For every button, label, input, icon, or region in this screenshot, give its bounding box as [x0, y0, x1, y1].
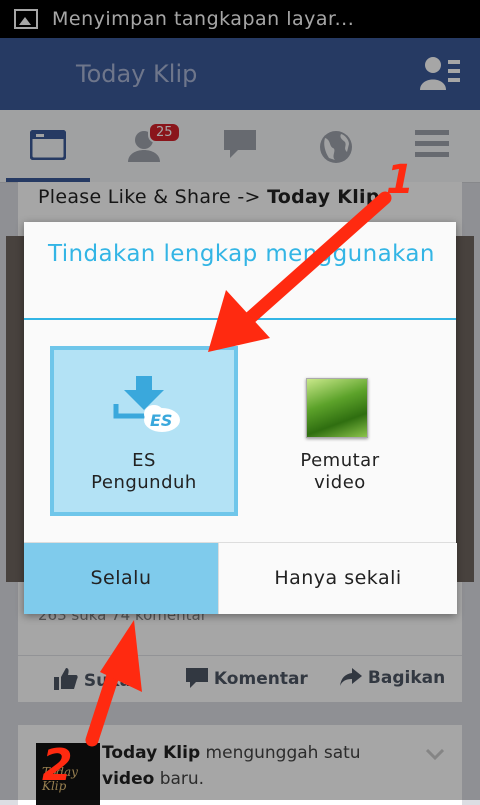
just-once-button[interactable]: Hanya sekali: [218, 543, 457, 614]
option-es-line2: Pengunduh: [91, 472, 197, 493]
option-video-line1: Pemutar: [300, 450, 380, 471]
svg-text:ES: ES: [150, 411, 172, 430]
option-video-label: Pemutar video: [246, 450, 434, 494]
dialog-title: Tindakan lengkap menggunakan: [48, 241, 435, 267]
option-es-label: ES Pengunduh: [54, 450, 234, 494]
es-downloader-icon: ES: [113, 376, 180, 432]
dialog-divider: [24, 318, 456, 320]
video-player-icon: [306, 378, 368, 438]
option-es-downloader[interactable]: ES ES Pengunduh: [50, 346, 238, 516]
option-video-player[interactable]: Pemutar video: [246, 346, 434, 516]
complete-action-dialog: Tindakan lengkap menggunakan ES ES Pengu…: [24, 222, 457, 614]
always-button[interactable]: Selalu: [24, 543, 218, 614]
option-video-line2: video: [314, 472, 366, 493]
option-es-line1: ES: [132, 450, 156, 471]
